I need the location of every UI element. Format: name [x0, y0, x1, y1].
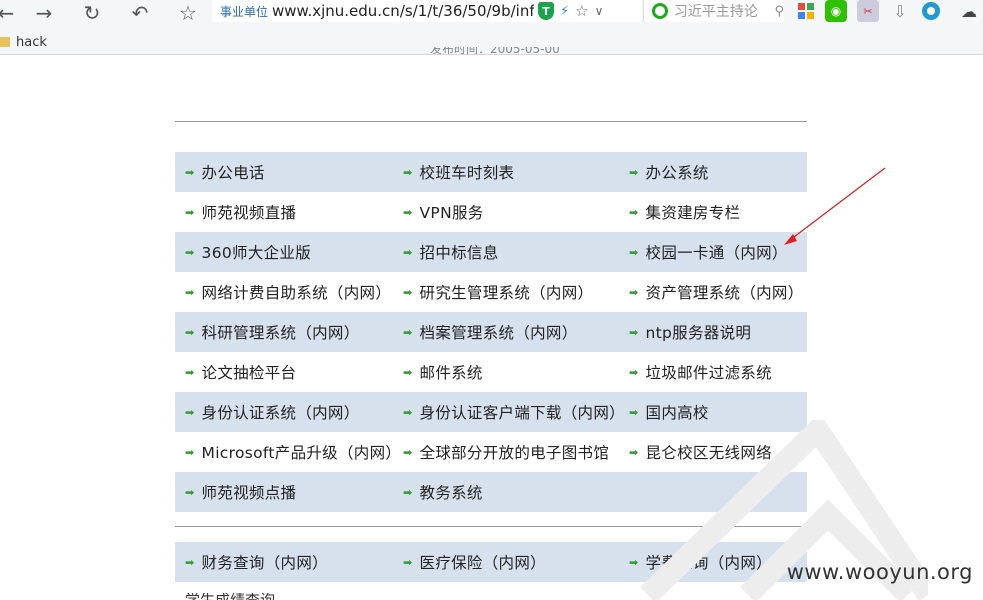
annotation-arrow	[784, 167, 886, 245]
watermark-text: www.wooyun.org	[786, 560, 973, 584]
